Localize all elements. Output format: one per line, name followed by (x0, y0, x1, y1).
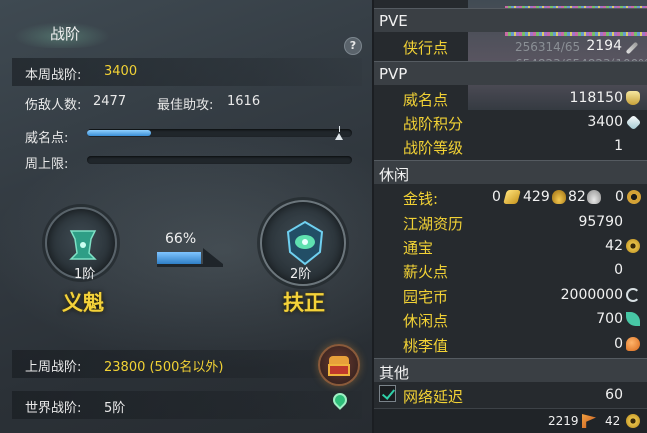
list-item-firepoints: 薪火点 0 (374, 258, 647, 282)
item-key: 园宅币 (403, 288, 449, 306)
flag-icon (582, 414, 596, 428)
item-key: 威名点 (403, 91, 449, 109)
item-key: 网络延迟 (403, 388, 464, 406)
crystal-icon (625, 114, 642, 131)
item-value: 118150 (569, 90, 623, 106)
panel-header: 战阶 ? (0, 14, 372, 55)
currency-panel: 256314/65 654823/654823(100% 130 PVE 侠行点… (374, 0, 647, 433)
gold-ingot-icon (552, 190, 566, 204)
list-item-rank-level: 战阶等级 1 (374, 134, 647, 158)
rank-progress-base (157, 264, 223, 267)
item-key: 金钱: (403, 190, 439, 208)
item-key: 江湖资历 (403, 215, 464, 233)
coin-icon (626, 239, 640, 253)
weekly-cap-label: 周上限: (25, 157, 69, 172)
item-key: 通宝 (403, 239, 434, 257)
prestige-label: 威名点: (25, 131, 69, 146)
list-item-leisure-points: 休闲点 700 (374, 307, 647, 331)
item-key: 战阶积分 (403, 115, 464, 133)
prestige-cap-marker (335, 133, 343, 140)
pencil-icon (625, 41, 639, 55)
world-rank-label: 世界战阶: (25, 401, 82, 416)
copper-value: 0 (615, 189, 624, 205)
item-key: 侠行点 (403, 39, 449, 57)
weekly-rank-label: 本周战阶: (25, 68, 82, 83)
item-value: 2194 (586, 38, 622, 54)
world-rank-value: 5阶 (104, 401, 126, 416)
next-rank-tier: 2阶 (290, 267, 312, 282)
current-rank-tier: 1阶 (74, 267, 96, 282)
gold-ingots-value: 429 (523, 189, 550, 205)
footer-left-value: 2219 (548, 414, 579, 428)
chest-lid (329, 356, 349, 364)
gold-bars-value: 0 (492, 189, 501, 205)
rank-progress-bar (157, 252, 201, 264)
item-value: 1 (614, 138, 623, 154)
section-pvp: PVP (374, 61, 647, 85)
panel-title: 战阶 (50, 25, 81, 43)
last-week-value: 23800 (500名以外) (104, 360, 224, 375)
footer-right-value: 42 (605, 414, 621, 428)
section-pve-title: PVE (379, 12, 408, 30)
list-item-tongbao: 通宝 42 (374, 234, 647, 258)
chest-body (328, 364, 350, 376)
prestige-cap-marker-stem (339, 126, 340, 132)
list-item-seniority: 江湖资历 95790 (374, 210, 647, 234)
section-leisure: 休闲 (374, 160, 647, 184)
gold-bar-icon (503, 190, 521, 204)
prestige-bar-fill (87, 130, 151, 136)
section-pve: PVE (374, 8, 647, 32)
status-footer: 2219 42 (374, 408, 647, 433)
item-value: 95790 (578, 214, 623, 230)
enemies-label: 伤敌人数: (25, 98, 82, 113)
help-icon[interactable]: ? (344, 37, 362, 55)
item-value: 700 (596, 311, 623, 327)
item-key: 战阶等级 (403, 139, 464, 157)
item-value: 60 (605, 387, 623, 403)
weekly-cap-bar (87, 156, 352, 164)
silver-value: 82 (568, 189, 586, 205)
section-leisure-title: 休闲 (379, 166, 410, 184)
item-key: 桃李值 (403, 337, 449, 355)
current-rank-name: 义魁 (62, 291, 104, 315)
enemies-value: 2477 (93, 94, 127, 109)
silver-ingot-icon (587, 190, 601, 204)
item-value: 0 (614, 336, 623, 352)
rank-progress-percent: 66% (165, 231, 197, 247)
rank-progress-arrow (203, 248, 223, 264)
list-item-money: 金钱: 0 429 82 0 (374, 185, 647, 209)
prestige-bar (87, 129, 352, 137)
weekly-rank-value: 3400 (104, 64, 138, 79)
last-week-label: 上周战阶: (25, 360, 82, 375)
item-value: 2000000 (560, 287, 623, 303)
assists-value: 1616 (227, 94, 261, 109)
latency-checkbox[interactable] (379, 385, 396, 402)
item-value: 42 (605, 238, 623, 254)
copper-coin-icon (627, 190, 641, 204)
leaf-icon (626, 312, 640, 326)
next-rank-name: 扶正 (283, 291, 325, 315)
swirl-icon (626, 288, 640, 302)
section-pvp-title: PVP (379, 65, 408, 83)
chest-icon[interactable] (318, 344, 360, 386)
item-value: 0 (614, 262, 623, 278)
list-item-xiaxing: 侠行点 2194 (374, 34, 647, 58)
list-item-rank-points: 战阶积分 3400 (374, 110, 647, 134)
list-item-prestige: 威名点 118150 (374, 86, 647, 110)
list-item-estate-coin: 园宅币 2000000 (374, 283, 647, 307)
assists-label: 最佳助攻: (157, 98, 214, 113)
section-other-title: 其他 (379, 364, 410, 382)
peach-icon (626, 337, 640, 351)
coin-icon (626, 414, 640, 428)
item-key: 休闲点 (403, 312, 449, 330)
list-item-latency: 网络延迟 60 (374, 383, 647, 407)
item-key: 薪火点 (403, 263, 449, 281)
list-item-taoli: 桃李值 0 (374, 332, 647, 356)
mask-icon (626, 91, 640, 105)
section-other: 其他 (374, 358, 647, 382)
rank-panel: 战阶 ? 本周战阶: 3400 伤敌人数: 2477 最佳助攻: 1616 威名… (0, 0, 372, 433)
item-value: 3400 (587, 114, 623, 130)
